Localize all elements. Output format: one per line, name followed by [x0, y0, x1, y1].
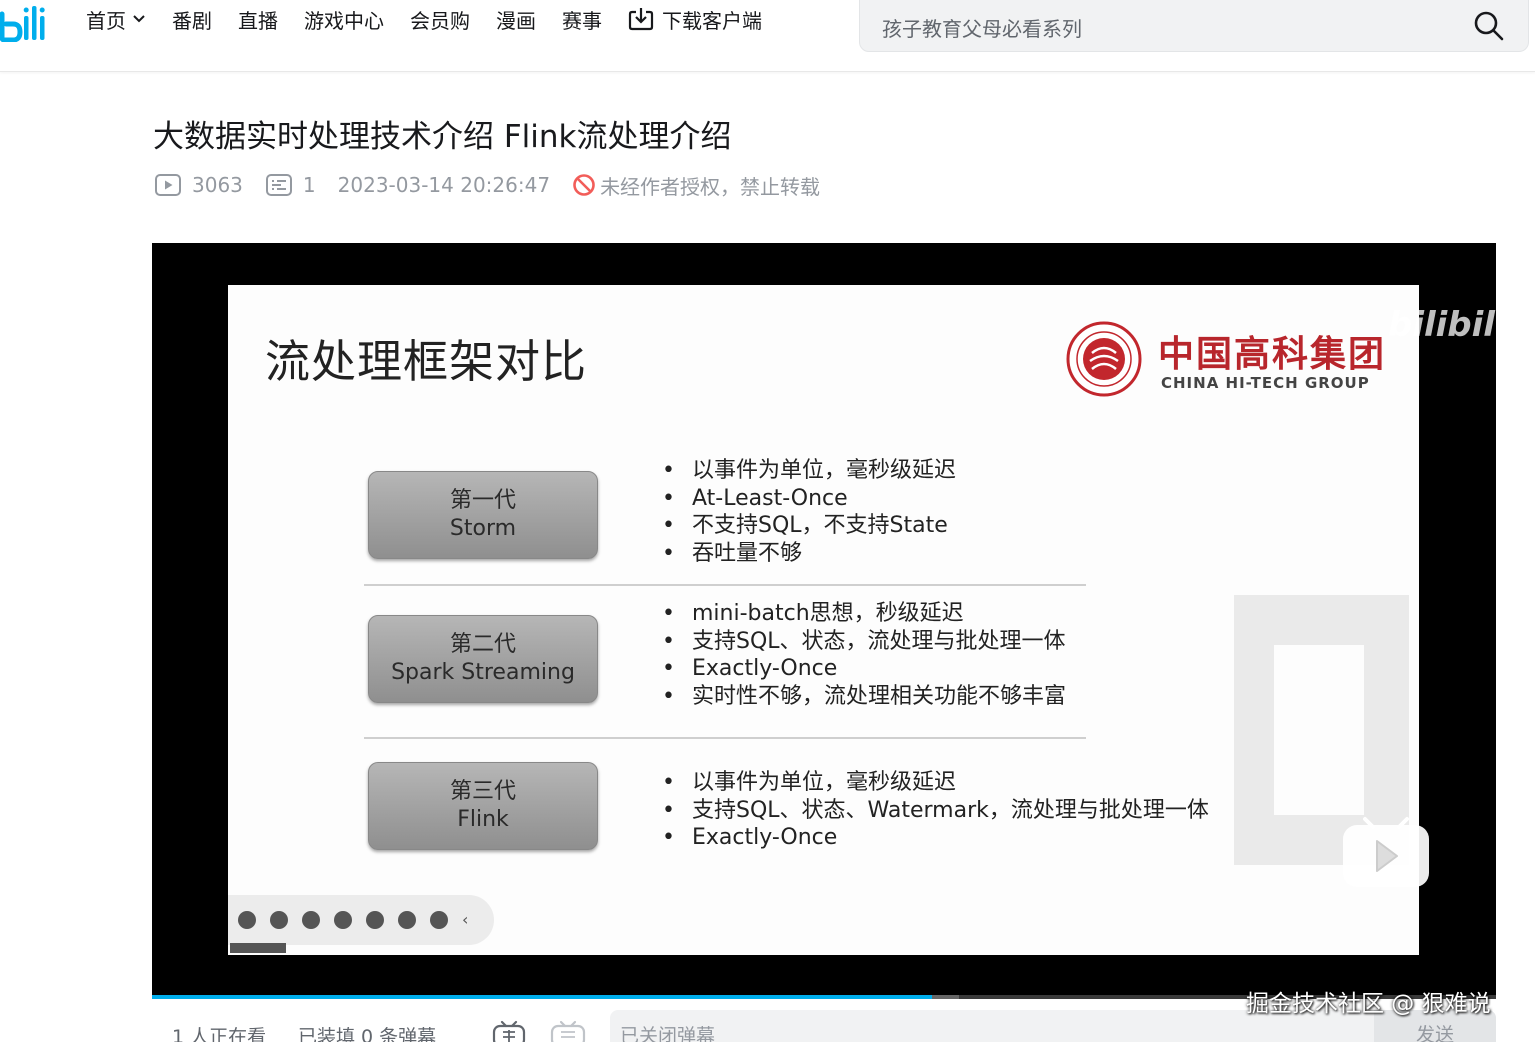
collapse-icon: ‹ — [462, 910, 469, 929]
feature-item: 以事件为单位，毫秒级延迟 — [662, 769, 1209, 797]
nav-item-games[interactable]: 游戏中心 — [304, 5, 384, 34]
publish-datetime: 2023-03-14 20:26:47 — [338, 173, 550, 197]
chevron-down-icon — [133, 15, 145, 23]
danmaku-settings-icon[interactable] — [550, 1018, 586, 1042]
feature-item: 实时性不够，流处理相关功能不够丰富 — [662, 683, 1066, 711]
play-icon[interactable] — [1341, 811, 1431, 889]
progress-played — [152, 995, 932, 999]
feature-item: 支持SQL、状态、Watermark，流处理与批处理一体 — [662, 797, 1209, 825]
viewer-count: 1 人正在看 — [172, 1026, 267, 1042]
feature-item: mini-batch思想，秒级延迟 — [662, 600, 1066, 628]
copyright-notice-text: 未经作者授权，禁止转载 — [600, 174, 821, 199]
comment-icon — [398, 911, 416, 929]
screen-icon — [366, 911, 384, 929]
feature-item: Exactly-Once — [662, 824, 1209, 852]
bilibili-watermark: bilibili — [1388, 305, 1496, 345]
generation-box-1: 第一代 Storm — [368, 471, 598, 559]
nav-item-label: 游戏中心 — [304, 8, 384, 33]
feature-list-1: 以事件为单位，毫秒级延迟 At-Least-Once 不支持SQL，不支持Sta… — [662, 457, 956, 567]
minus-icon — [430, 911, 448, 929]
video-player[interactable]: 流处理框架对比 中国高科集团 CHINA HI-TECH GROUP 第一代 S… — [152, 243, 1496, 998]
generation-box-3: 第三代 Flink — [368, 762, 598, 850]
company-name-en: CHINA HI-TECH GROUP — [1161, 374, 1370, 392]
slide-tag — [230, 943, 286, 953]
generation-label: 第三代 — [449, 779, 516, 804]
nav-item-manga[interactable]: 漫画 — [496, 5, 536, 34]
framework-name: Spark Streaming — [391, 660, 575, 685]
top-navbar: 首页 番剧 直播 游戏中心 会员购 漫画 赛事 下载客户端 — [0, 0, 1535, 72]
source-watermark: 掘金技术社区 @ 狠难说 — [1246, 991, 1491, 1017]
feature-list-3: 以事件为单位，毫秒级延迟 支持SQL、状态、Watermark，流处理与批处理一… — [662, 769, 1209, 852]
generation-label: 第二代 — [449, 632, 516, 657]
nav-item-label: 番剧 — [172, 8, 212, 33]
generation-box-2: 第二代 Spark Streaming — [368, 615, 598, 703]
nav-item-anime[interactable]: 番剧 — [172, 5, 212, 34]
danmaku-count: 1 — [265, 173, 316, 197]
danmaku-toggle-icon[interactable] — [492, 1018, 526, 1042]
feature-item: 吞吐量不够 — [662, 540, 956, 568]
search-input[interactable] — [882, 9, 1442, 49]
nav-item-label: 会员购 — [410, 8, 470, 33]
feature-item: Exactly-Once — [662, 655, 1066, 683]
danmaku-loaded-count: 已装填 0 条弹幕 — [298, 1026, 437, 1042]
play-count-icon — [155, 174, 181, 196]
danmaku-input[interactable] — [620, 1022, 1320, 1042]
feature-list-2: mini-batch思想，秒级延迟 支持SQL、状态，流处理与批处理一体 Exa… — [662, 600, 1066, 710]
nav-item-label: 漫画 — [496, 8, 536, 33]
nav-item-label: 首页 — [86, 8, 126, 33]
feature-item: 不支持SQL，不支持State — [662, 512, 956, 540]
nav-item-label: 直播 — [238, 8, 278, 33]
download-icon — [628, 8, 654, 31]
view-count: 3063 — [154, 173, 243, 197]
search-icon[interactable] — [1472, 9, 1506, 43]
company-name-cn: 中国高科集团 — [1158, 333, 1387, 375]
danmaku-count-value: 1 — [302, 173, 316, 197]
divider — [364, 737, 1086, 739]
feature-item: At-Least-Once — [662, 485, 956, 513]
search-box — [859, 0, 1529, 52]
nav-item-home[interactable]: 首页 — [86, 5, 146, 34]
forbidden-icon — [573, 174, 595, 196]
nav-item-download[interactable]: 下载客户端 — [628, 5, 762, 34]
bilibili-logo[interactable] — [0, 2, 50, 42]
copyright-notice: 未经作者授权，禁止转载 — [572, 171, 820, 200]
main-nav: 首页 番剧 直播 游戏中心 会员购 漫画 赛事 下载客户端 — [86, 4, 788, 34]
download-label: 下载客户端 — [662, 8, 762, 33]
video-title: 大数据实时处理技术介绍 Flink流处理介绍 — [153, 119, 732, 155]
progress-buffered — [932, 995, 959, 999]
slide-title: 流处理框架对比 — [265, 335, 588, 388]
feature-item: 支持SQL、状态，流处理与批处理一体 — [662, 628, 1066, 656]
nav-item-shop[interactable]: 会员购 — [410, 5, 470, 34]
feature-item: 以事件为单位，毫秒级延迟 — [662, 457, 956, 485]
publish-datetime-value: 2023-03-14 20:26:47 — [337, 173, 551, 197]
nav-item-live[interactable]: 直播 — [238, 5, 278, 34]
company-seal-icon — [1066, 321, 1142, 397]
danmaku-count-icon — [265, 174, 292, 196]
framework-name: Flink — [457, 807, 509, 832]
prev-icon — [238, 911, 256, 929]
video-meta: 3063 1 2023-03-14 20:26:47 未经作者授权，禁止转载 — [154, 170, 842, 200]
nav-item-label: 赛事 — [562, 8, 602, 33]
pen-icon — [302, 911, 320, 929]
generation-label: 第一代 — [449, 488, 516, 513]
view-count-value: 3063 — [192, 173, 243, 197]
focus-icon — [334, 911, 352, 929]
video-frame-slide: 流处理框架对比 中国高科集团 CHINA HI-TECH GROUP 第一代 S… — [228, 285, 1419, 955]
framework-name: Storm — [449, 516, 517, 541]
nav-item-esports[interactable]: 赛事 — [562, 5, 602, 34]
divider — [364, 584, 1086, 586]
presentation-toolbar: ‹ — [228, 895, 494, 945]
next-icon — [270, 911, 288, 929]
